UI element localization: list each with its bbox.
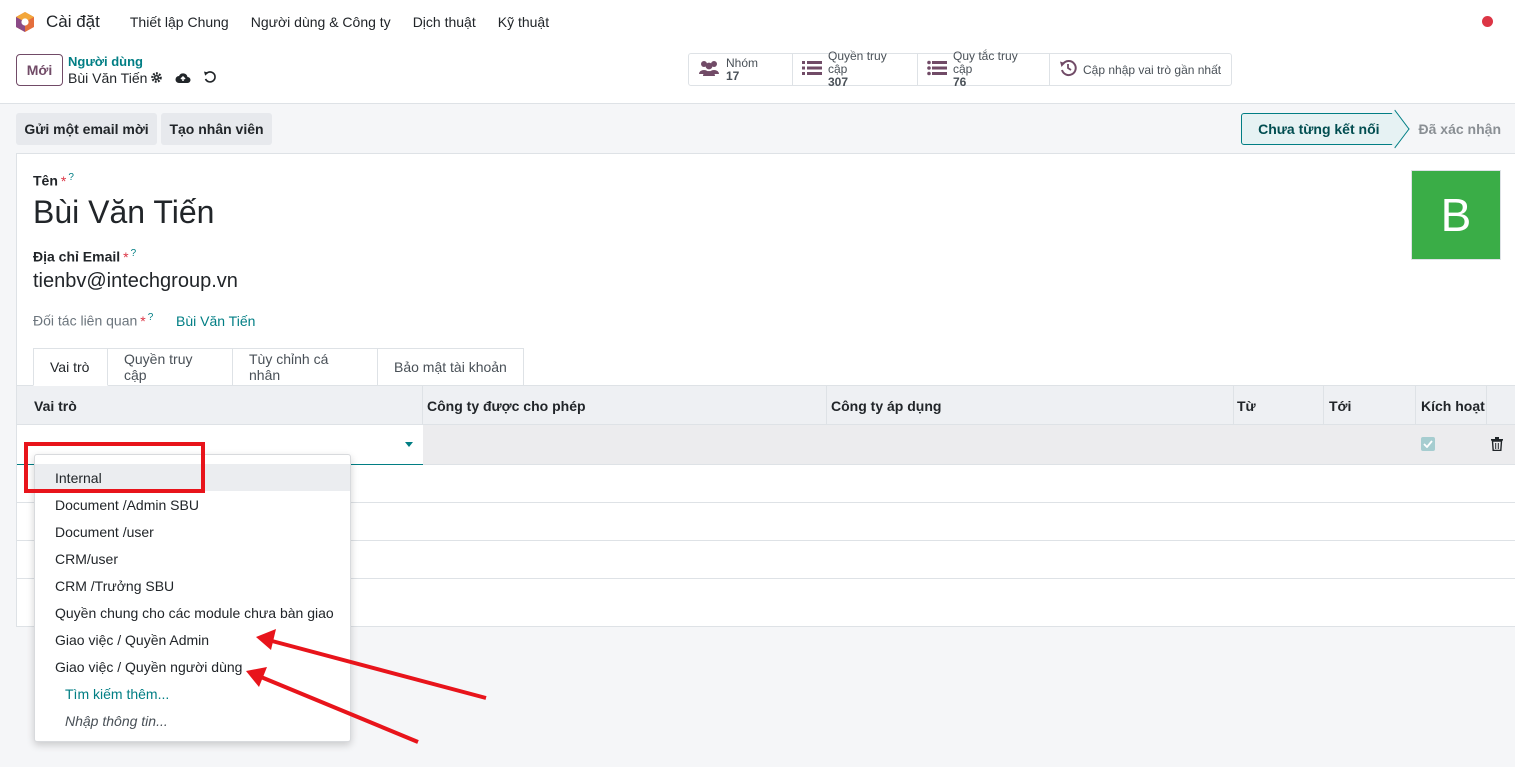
users-group-icon xyxy=(698,59,720,80)
active-checkbox[interactable] xyxy=(1421,437,1435,451)
record-rules-smart-button[interactable]: Quy tắc truy cập 76 xyxy=(918,50,1050,89)
create-and-edit-link[interactable]: Nhập thông tin... xyxy=(35,707,350,734)
send-invite-email-button[interactable]: Gửi một email mời xyxy=(16,113,157,145)
status-never-connected[interactable]: Chưa từng kết nối xyxy=(1241,109,1410,149)
record-rules-label: Quy tắc truy cập xyxy=(953,49,1018,76)
menu-general-settings[interactable]: Thiết lập Chung xyxy=(130,14,229,30)
create-employee-button[interactable]: Tạo nhân viên xyxy=(161,113,272,145)
help-icon[interactable]: ? xyxy=(68,172,74,183)
name-label: Tên *? xyxy=(33,172,74,189)
tab-preferences[interactable]: Tùy chỉnh cá nhân xyxy=(233,348,378,386)
menu-users-companies[interactable]: Người dùng & Công ty xyxy=(251,14,391,30)
column-role[interactable]: Vai trò xyxy=(17,386,423,425)
cloud-upload-icon[interactable] xyxy=(175,71,191,84)
related-partner-link[interactable]: Bùi Văn Tiến xyxy=(176,313,255,329)
column-applied-company[interactable]: Công ty áp dụng xyxy=(827,386,1234,425)
dropdown-option-internal[interactable]: Internal xyxy=(35,464,350,491)
odoo-logo-icon[interactable] xyxy=(14,11,36,33)
role-autocomplete-dropdown: Internal Document /Admin SBU Document /u… xyxy=(34,454,351,742)
dropdown-option[interactable]: Document /Admin SBU xyxy=(35,491,350,518)
dropdown-option[interactable]: Document /user xyxy=(35,518,350,545)
control-panel: Mới Người dùng Bùi Văn Tiến Nhóm 17 Quyề… xyxy=(0,44,1515,104)
groups-label: Nhóm xyxy=(726,55,759,70)
help-icon[interactable]: ? xyxy=(131,248,137,259)
breadcrumb-parent[interactable]: Người dùng xyxy=(68,54,143,69)
column-from[interactable]: Từ xyxy=(1234,386,1324,425)
search-more-link[interactable]: Tìm kiếm thêm... xyxy=(35,680,350,707)
dropdown-option[interactable]: Quyền chung cho các module chưa bàn giao xyxy=(35,599,350,626)
avatar[interactable]: B xyxy=(1411,170,1501,260)
related-partner-label: Đối tác liên quan *? xyxy=(33,312,154,329)
app-title[interactable]: Cài đặt xyxy=(46,12,100,32)
dropdown-option[interactable]: CRM /Trưởng SBU xyxy=(35,572,350,599)
roles-table-header: Vai trò Công ty được cho phép Công ty áp… xyxy=(17,386,1515,425)
tab-account-security[interactable]: Bảo mật tài khoản xyxy=(378,348,524,386)
status-bar: Chưa từng kết nối Đã xác nhận xyxy=(1241,109,1515,149)
dropdown-option[interactable]: CRM/user xyxy=(35,545,350,572)
email-label: Địa chỉ Email *? xyxy=(33,248,137,265)
record-rules-count: 76 xyxy=(953,75,967,89)
tab-roles[interactable]: Vai trò xyxy=(33,348,108,386)
column-allowed-companies[interactable]: Công ty được cho phép xyxy=(423,386,827,425)
top-navbar: Cài đặt Thiết lập Chung Người dùng & Côn… xyxy=(0,0,1515,44)
update-roles-label: Cập nhập vai trò gần nhất xyxy=(1083,62,1222,77)
notebook-tabs: Vai trò Quyền truy cập Tùy chỉnh cá nhân… xyxy=(33,348,524,386)
email-field[interactable]: tienbv@intechgroup.vn xyxy=(33,270,238,293)
help-icon[interactable]: ? xyxy=(148,312,154,323)
status-dot-icon[interactable] xyxy=(1482,16,1493,27)
smart-buttons: Nhóm 17 Quyền truy cập 307 Quy tắc truy … xyxy=(688,50,1232,89)
access-rights-smart-button[interactable]: Quyền truy cập 307 xyxy=(793,50,918,89)
groups-smart-button[interactable]: Nhóm 17 xyxy=(689,54,793,85)
tab-access-rights[interactable]: Quyền truy cập xyxy=(108,348,233,386)
dropdown-option-task-admin[interactable]: Giao việc / Quyền Admin xyxy=(35,626,350,653)
discard-undo-icon[interactable] xyxy=(203,70,217,84)
trash-icon[interactable] xyxy=(1491,437,1503,454)
access-rights-count: 307 xyxy=(828,75,849,89)
bullet-list-icon xyxy=(927,60,947,79)
main-menu: Thiết lập Chung Người dùng & Công ty Dịc… xyxy=(108,14,549,30)
menu-technical[interactable]: Kỹ thuật xyxy=(498,14,549,30)
chevron-down-icon[interactable] xyxy=(405,442,413,447)
status-confirmed[interactable]: Đã xác nhận xyxy=(1397,113,1515,145)
list-icon xyxy=(802,60,822,79)
column-to[interactable]: Tới xyxy=(1324,386,1416,425)
status-current-label: Chưa từng kết nối xyxy=(1258,121,1380,137)
gear-icon[interactable] xyxy=(150,71,163,84)
breadcrumb-current: Bùi Văn Tiến xyxy=(68,70,148,86)
dropdown-option-task-user[interactable]: Giao việc / Quyền người dùng xyxy=(35,653,350,680)
name-field[interactable]: Bùi Văn Tiến xyxy=(33,194,214,231)
new-button[interactable]: Mới xyxy=(16,54,63,86)
history-icon xyxy=(1059,59,1077,80)
record-actions xyxy=(150,70,217,84)
menu-translations[interactable]: Dịch thuật xyxy=(413,14,476,30)
access-rights-label: Quyền truy cập xyxy=(828,49,887,76)
column-active[interactable]: Kích hoạt xyxy=(1416,386,1487,425)
update-roles-smart-button[interactable]: Cập nhập vai trò gần nhất xyxy=(1050,54,1231,85)
groups-count: 17 xyxy=(726,68,740,83)
